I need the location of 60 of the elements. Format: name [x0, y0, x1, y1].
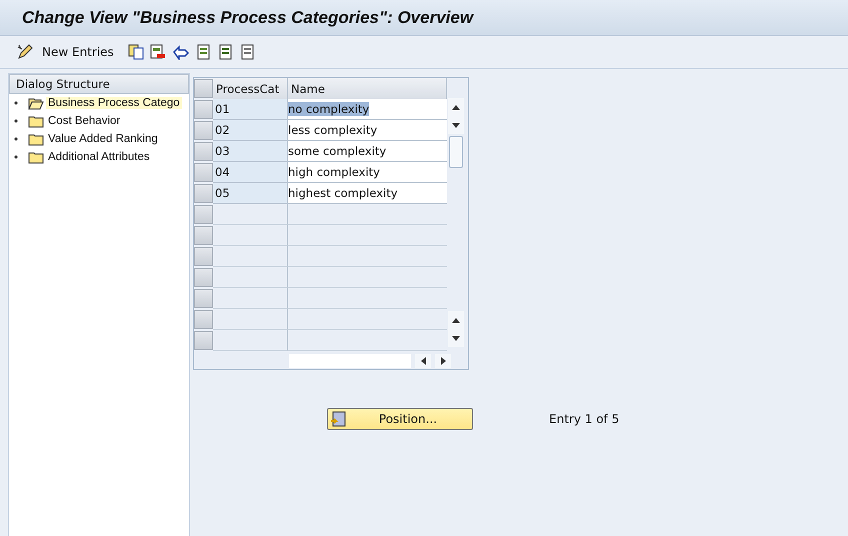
horizontal-scrollbar[interactable] — [289, 354, 411, 368]
scroll-left-button[interactable] — [415, 354, 431, 368]
left-arrow-icon — [420, 357, 426, 365]
right-arrow-icon — [440, 357, 446, 365]
bullet-icon — [14, 138, 18, 140]
column-header[interactable]: Name — [288, 78, 447, 99]
bullet-icon — [14, 120, 18, 122]
table-cell: 02 — [215, 123, 230, 137]
row-selector[interactable] — [194, 100, 213, 119]
row-selector[interactable] — [194, 331, 213, 350]
table-cell: 05 — [215, 186, 230, 200]
up-arrow-icon — [452, 318, 460, 322]
column-header[interactable]: ProcessCat — [213, 78, 288, 99]
tree-item[interactable]: Value Added Ranking — [46, 133, 160, 145]
folder-icon — [28, 96, 44, 110]
pencil-icon[interactable] — [16, 43, 34, 61]
row-selector[interactable] — [194, 163, 213, 182]
row-selector[interactable] — [194, 310, 213, 329]
bullet-icon — [14, 156, 18, 158]
folder-icon — [28, 114, 44, 128]
down-arrow-icon — [452, 122, 460, 128]
table-cell: 03 — [215, 144, 230, 158]
position-button[interactable]: Position... — [327, 408, 473, 430]
tree-item[interactable]: Business Process Catego — [46, 97, 182, 109]
table-cell[interactable]: no complexity — [288, 102, 370, 116]
table-cell: 01 — [215, 102, 230, 116]
select-all-button[interactable] — [194, 79, 213, 98]
new-entries-button[interactable]: New Entries — [40, 45, 122, 59]
folder-icon — [28, 132, 44, 146]
row-selector[interactable] — [194, 184, 213, 203]
row-selector[interactable] — [194, 142, 213, 161]
scroll-up-button[interactable] — [448, 98, 464, 116]
down-arrow-icon — [452, 336, 460, 340]
document-icon[interactable] — [240, 44, 256, 60]
row-selector[interactable] — [194, 205, 213, 224]
row-selector[interactable] — [194, 121, 213, 140]
tree-item[interactable]: Cost Behavior — [46, 115, 122, 127]
up-arrow-icon — [452, 104, 460, 110]
panel-header: Dialog Structure — [9, 74, 189, 94]
scroll-thumb[interactable] — [449, 136, 463, 168]
position-icon — [330, 411, 346, 427]
window-title: Change View "Business Process Categories": Overview — [22, 8, 474, 28]
scroll-down-button[interactable] — [448, 116, 464, 134]
document-icon[interactable] — [218, 44, 234, 60]
entry-count: Entry 1 of 5 — [549, 412, 620, 426]
row-selector[interactable] — [194, 247, 213, 266]
row-selector[interactable] — [194, 289, 213, 308]
row-selector[interactable] — [194, 268, 213, 287]
scroll-right-button[interactable] — [435, 354, 451, 368]
tree-item[interactable]: Additional Attributes — [46, 151, 152, 163]
table-cell: 04 — [215, 165, 230, 179]
folder-icon — [28, 150, 44, 164]
document-icon[interactable] — [196, 44, 212, 60]
scroll-up-button[interactable] — [448, 311, 464, 329]
copy-icon[interactable] — [128, 44, 144, 60]
scroll-down-button[interactable] — [448, 329, 464, 347]
row-selector[interactable] — [194, 226, 213, 245]
delete-icon[interactable] — [150, 44, 166, 60]
bullet-icon — [14, 102, 18, 104]
undo-icon[interactable] — [172, 44, 190, 60]
